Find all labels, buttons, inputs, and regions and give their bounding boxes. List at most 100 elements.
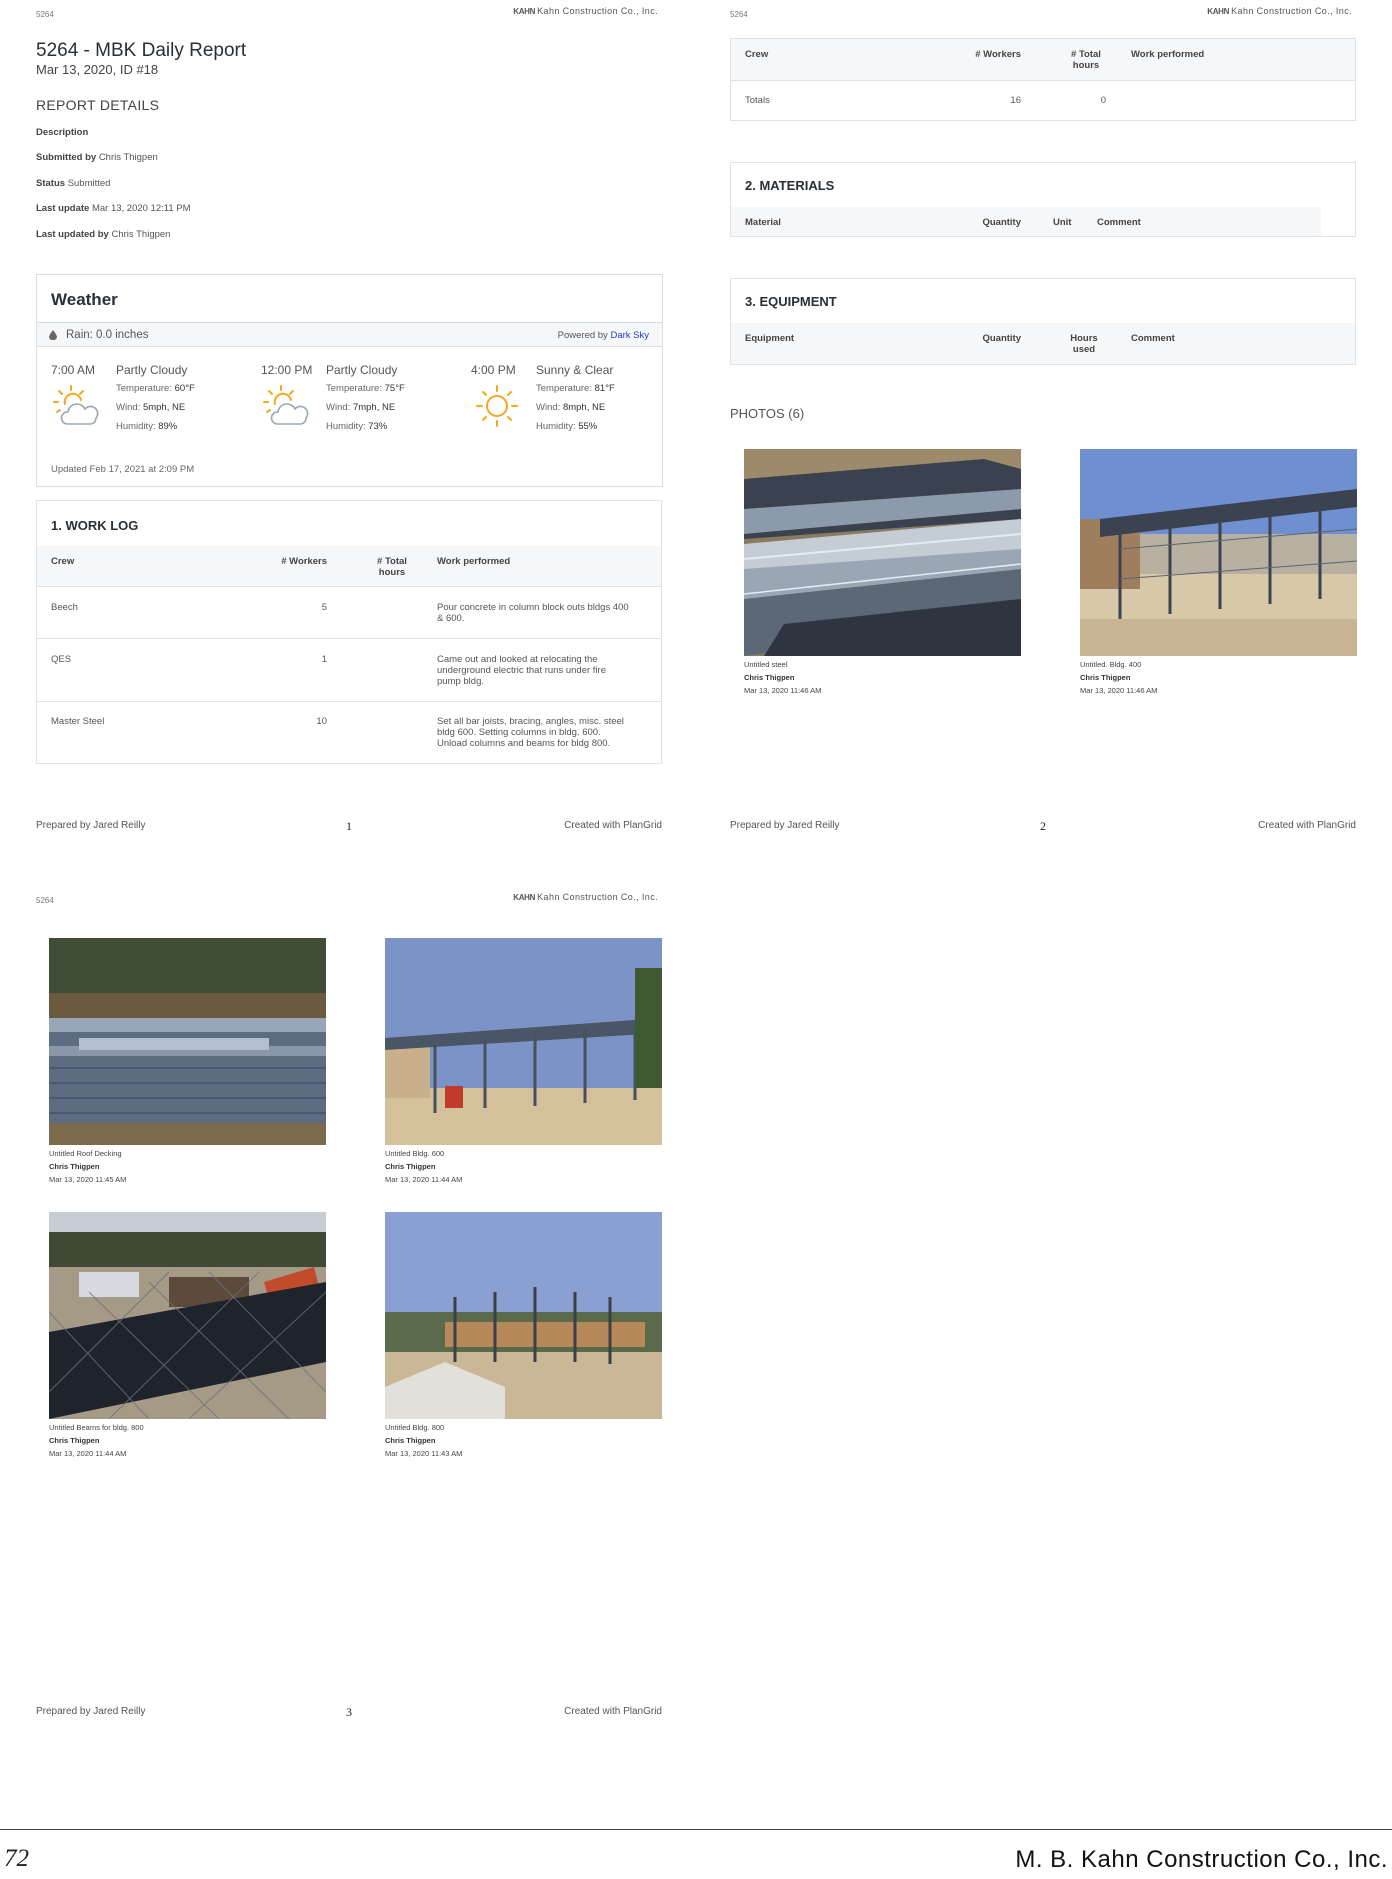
weather-temperature: Temperature: 60°F [116, 383, 195, 394]
workers-cell: 5 [321, 602, 327, 613]
partly-cloudy-icon [263, 385, 309, 425]
photo-image[interactable] [49, 938, 326, 1145]
col-workers: # Workers [281, 556, 327, 567]
weather-condition: Sunny & Clear [536, 363, 614, 377]
weather-title: Weather [51, 290, 118, 309]
work-log-header: Crew # Workers # Total hours Work perform… [37, 546, 661, 587]
photo-image[interactable] [385, 938, 662, 1145]
weather-time: 4:00 PM [471, 363, 516, 377]
photo-author: Chris Thigpen [385, 1162, 436, 1171]
col-total-hours: # Total hours [1071, 49, 1101, 71]
photo-timestamp: Mar 13, 2020 11:44 AM [385, 1175, 463, 1184]
col-quantity: Quantity [982, 217, 1021, 228]
weather-rain-bar: Rain: 0.0 inches Powered by Dark Sky [37, 322, 662, 347]
photo-image[interactable] [49, 1212, 326, 1419]
col-crew: Crew [51, 556, 75, 567]
photo-timestamp: Mar 13, 2020 11:46 AM [744, 686, 822, 695]
materials-title: 2. MATERIALS [745, 178, 835, 193]
company-logo: KAHN Kahn Construction Co., Inc. [513, 6, 658, 16]
dark-sky-link[interactable]: Dark Sky [610, 330, 649, 341]
report-details-heading: REPORT DETAILS [36, 97, 160, 113]
totals-label: Totals [745, 95, 770, 106]
col-comment: Comment [1131, 333, 1175, 344]
photo-author: Chris Thigpen [49, 1162, 100, 1171]
photo-image[interactable] [744, 449, 1021, 656]
photo-caption: Untitled Beams for bldg. 800 [49, 1423, 144, 1432]
company-logo-mark: KAHN [513, 7, 536, 16]
weather-powered-by: Powered by Dark Sky [557, 330, 649, 341]
page-project-id: 5264 [730, 10, 748, 19]
detail-last-update: Last update Mar 13, 2020 12:11 PM [36, 203, 191, 214]
col-total-hours: # Total hours [377, 556, 407, 578]
weather-wind: Wind: 8mph, NE [536, 402, 606, 413]
photo-image[interactable] [385, 1212, 662, 1419]
work-cell: Pour concrete in column block outs bldgs… [437, 602, 629, 624]
equipment-header: Equipment Quantity Hours used Comment [731, 323, 1355, 365]
crew-cell: Master Steel [51, 716, 105, 727]
photo-caption: Untitled steel [744, 660, 788, 669]
detail-description: Description [36, 127, 89, 138]
weather-temperature: Temperature: 75°F [326, 383, 405, 394]
col-comment: Comment [1097, 217, 1141, 228]
table-row: QES 1 Came out and looked at relocating … [37, 639, 661, 702]
photo-author: Chris Thigpen [1080, 673, 1131, 682]
weather-wind: Wind: 5mph, NE [116, 402, 186, 413]
weather-card: Weather Rain: 0.0 inches Powered by Dark… [36, 274, 663, 487]
report-subtitle: Mar 13, 2020, ID #18 [36, 62, 159, 77]
sun-icon [476, 385, 518, 427]
col-equipment: Equipment [745, 333, 795, 344]
partly-cloudy-icon [53, 385, 99, 425]
page-footer: Prepared by Jared Reilly 1 Created with … [36, 819, 662, 834]
page-footer: Prepared by Jared Reilly 3 Created with … [36, 1705, 662, 1720]
photo-caption: Untitled Roof Decking [49, 1149, 122, 1158]
col-work-performed: Work performed [1131, 49, 1205, 60]
work-log-header: Crew # Workers # Total hours Work perform… [731, 39, 1355, 81]
weather-condition: Partly Cloudy [326, 363, 398, 377]
materials-header: Material Quantity Unit Comment [731, 207, 1321, 237]
document-company-name: M. B. Kahn Construction Co., Inc. [1015, 1846, 1388, 1873]
weather-humidity: Humidity: 55% [536, 421, 598, 432]
document-page-number: 72 [4, 1845, 29, 1872]
totals-workers: 16 [1010, 95, 1021, 106]
workers-cell: 1 [321, 654, 327, 665]
company-logo-mark: KAHN [513, 893, 536, 902]
company-logo-mark: KAHN [1207, 7, 1230, 16]
report-title: 5264 - MBK Daily Report [36, 40, 247, 61]
col-quantity: Quantity [982, 333, 1021, 344]
weather-humidity: Humidity: 89% [116, 421, 178, 432]
work-cell: Came out and looked at relocating the und… [437, 654, 606, 687]
weather-slot: 4:00 PM Sunny & Clear Temperature: 81°F … [471, 363, 671, 433]
page-footer: Prepared by Jared Reilly 2 Created with … [730, 819, 1356, 834]
photo-image[interactable] [1080, 449, 1357, 656]
photo-author: Chris Thigpen [744, 673, 795, 682]
col-workers: # Workers [975, 49, 1021, 60]
work-log-totals-section: Crew # Workers # Total hours Work perform… [730, 38, 1356, 121]
footer-rule [0, 1829, 1392, 1830]
report-page-1: 5264 KAHN Kahn Construction Co., Inc. 526… [36, 0, 663, 840]
photo-author: Chris Thigpen [49, 1436, 100, 1445]
photo-timestamp: Mar 13, 2020 11:46 AM [1080, 686, 1158, 695]
weather-time: 7:00 AM [51, 363, 96, 377]
company-logo: KAHN Kahn Construction Co., Inc. [513, 892, 658, 902]
weather-condition: Partly Cloudy [116, 363, 188, 377]
detail-status: Status Submitted [36, 178, 111, 189]
crew-cell: Beech [51, 602, 78, 613]
page-project-id: 5264 [36, 10, 54, 19]
weather-rain: Rain: 0.0 inches [66, 329, 149, 341]
col-crew: Crew [745, 49, 769, 60]
photos-heading: PHOTOS (6) [730, 406, 805, 421]
weather-humidity: Humidity: 73% [326, 421, 388, 432]
totals-hours: 0 [1100, 95, 1106, 106]
equipment-title: 3. EQUIPMENT [745, 294, 837, 309]
weather-time: 12:00 PM [261, 363, 313, 377]
work-cell: Set all bar joists, bracing, angles, mis… [437, 716, 624, 749]
created-with: Created with PlanGrid [1258, 820, 1356, 831]
photo-caption: Untitled. Bldg. 400 [1080, 660, 1142, 669]
page-project-id: 5264 [36, 896, 54, 905]
weather-updated: Updated Feb 17, 2021 at 2:09 PM [51, 464, 195, 475]
report-page-2: 5264 KAHN Kahn Construction Co., Inc. Cre… [730, 0, 1357, 840]
col-material: Material [745, 217, 781, 228]
col-unit: Unit [1053, 217, 1072, 228]
photo-timestamp: Mar 13, 2020 11:45 AM [49, 1175, 127, 1184]
photo-timestamp: Mar 13, 2020 11:43 AM [385, 1449, 463, 1458]
